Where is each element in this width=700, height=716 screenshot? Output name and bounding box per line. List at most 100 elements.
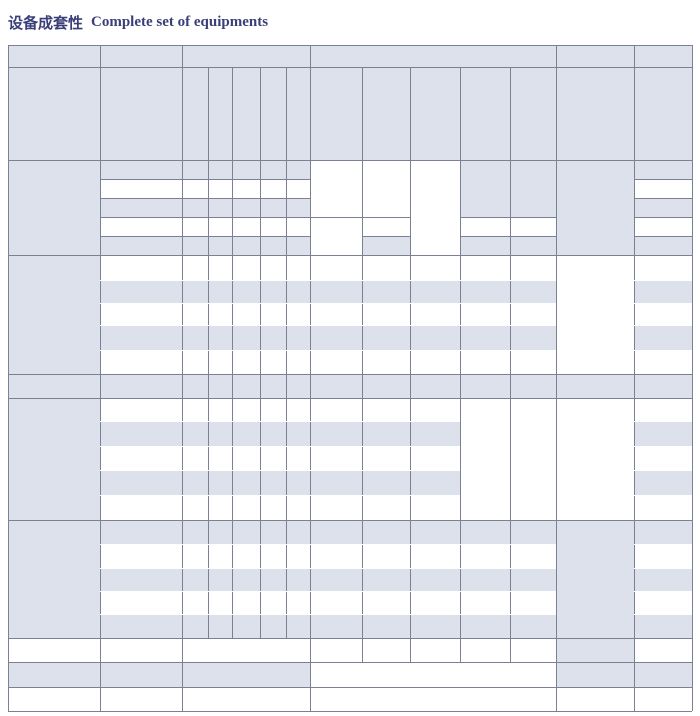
weight-cell xyxy=(634,446,692,470)
header-dim-d xyxy=(362,67,410,160)
dash-cell xyxy=(460,398,510,520)
qty-cell xyxy=(232,614,260,638)
qty-cell xyxy=(260,160,286,179)
dim-d-cell xyxy=(362,217,410,236)
weight-cell xyxy=(634,544,692,568)
header-hole xyxy=(556,67,634,160)
dash-cell xyxy=(556,398,634,520)
dim-h-cell xyxy=(410,470,460,495)
qty-cell xyxy=(286,160,310,179)
grid-line xyxy=(460,67,461,662)
qty-cell xyxy=(260,236,286,255)
dim-h-cell xyxy=(410,350,460,374)
dim-y-cell xyxy=(510,160,556,217)
weight-cell xyxy=(634,495,692,520)
qty-cell xyxy=(286,198,310,217)
qty-cell xyxy=(232,544,260,568)
dim-y-cell xyxy=(510,374,556,398)
dim-h-cell xyxy=(410,568,460,591)
grid-line xyxy=(100,495,460,496)
model-cell xyxy=(100,638,182,662)
model-cell xyxy=(100,544,182,568)
dim-w-cell xyxy=(310,544,362,568)
group-name xyxy=(8,638,100,662)
qty-cell xyxy=(208,303,232,325)
qty-cell xyxy=(208,374,232,398)
grid-line xyxy=(8,711,692,712)
hole-cell xyxy=(556,662,634,687)
qty-cell xyxy=(286,236,310,255)
group-name xyxy=(8,160,100,255)
model-cell xyxy=(100,662,182,687)
dim-w-cell xyxy=(310,421,362,446)
grid-line xyxy=(100,350,556,351)
grid-line xyxy=(100,325,556,326)
dim-d-cell xyxy=(362,350,410,374)
qty-cell xyxy=(208,217,232,236)
grid-line xyxy=(362,236,410,237)
grid-line xyxy=(100,544,556,545)
grid-line xyxy=(634,544,692,545)
model-cell xyxy=(100,198,182,217)
qty-cell xyxy=(182,255,208,280)
weight-cell xyxy=(634,350,692,374)
grid-line xyxy=(634,591,692,592)
grid-line xyxy=(634,421,692,422)
grid-line xyxy=(8,374,692,375)
dim-w-cell xyxy=(310,614,362,638)
header-qty-col xyxy=(260,67,286,160)
dim-h-cell xyxy=(410,280,460,303)
qty-cell xyxy=(260,350,286,374)
qty-cell xyxy=(182,350,208,374)
qty-cell xyxy=(286,614,310,638)
qty-cell xyxy=(208,255,232,280)
weight-cell xyxy=(634,374,692,398)
weight-cell xyxy=(634,179,692,198)
qty-cell xyxy=(182,568,208,591)
qty-cell xyxy=(182,544,208,568)
grid-line xyxy=(310,45,311,711)
qty-cell xyxy=(260,198,286,217)
qty-cell xyxy=(182,470,208,495)
header-dimension xyxy=(310,45,634,67)
dim-w-cell xyxy=(310,160,362,217)
model-cell xyxy=(100,568,182,591)
dim-y-cell xyxy=(510,236,556,255)
qty-cell xyxy=(260,544,286,568)
grid-line xyxy=(634,568,692,569)
dim-w-cell xyxy=(310,495,362,520)
grid-line xyxy=(8,45,9,711)
dim-x-cell xyxy=(460,217,510,236)
grid-line xyxy=(100,217,310,218)
qty-cell xyxy=(286,350,310,374)
dim-w-cell xyxy=(310,470,362,495)
qty-cell xyxy=(260,179,286,198)
grid-line xyxy=(556,45,557,711)
qty-cell xyxy=(232,568,260,591)
model-cell xyxy=(100,398,182,421)
dim-x-cell xyxy=(460,591,510,614)
weight-cell xyxy=(634,638,692,662)
header-dim-x xyxy=(460,67,510,160)
dim-d-cell xyxy=(362,495,410,520)
dim-h-cell xyxy=(410,374,460,398)
qty-cell xyxy=(260,303,286,325)
dim-x-cell xyxy=(460,160,510,217)
dim-d-cell xyxy=(362,280,410,303)
qty-cell xyxy=(208,350,232,374)
qty-cell xyxy=(260,217,286,236)
grid-line xyxy=(634,45,635,711)
grid-line xyxy=(634,614,692,615)
dim-w-cell xyxy=(310,638,362,662)
grid-line xyxy=(634,217,692,218)
dim-h-cell xyxy=(410,495,460,520)
grid-line xyxy=(634,325,692,326)
grid-line xyxy=(100,45,101,711)
qty-cell xyxy=(286,303,310,325)
qty-cell xyxy=(182,303,208,325)
dim-d-cell xyxy=(362,303,410,325)
qty-cell xyxy=(286,398,310,421)
qty-cell xyxy=(232,374,260,398)
qty-cell xyxy=(208,568,232,591)
header-name xyxy=(8,67,100,160)
